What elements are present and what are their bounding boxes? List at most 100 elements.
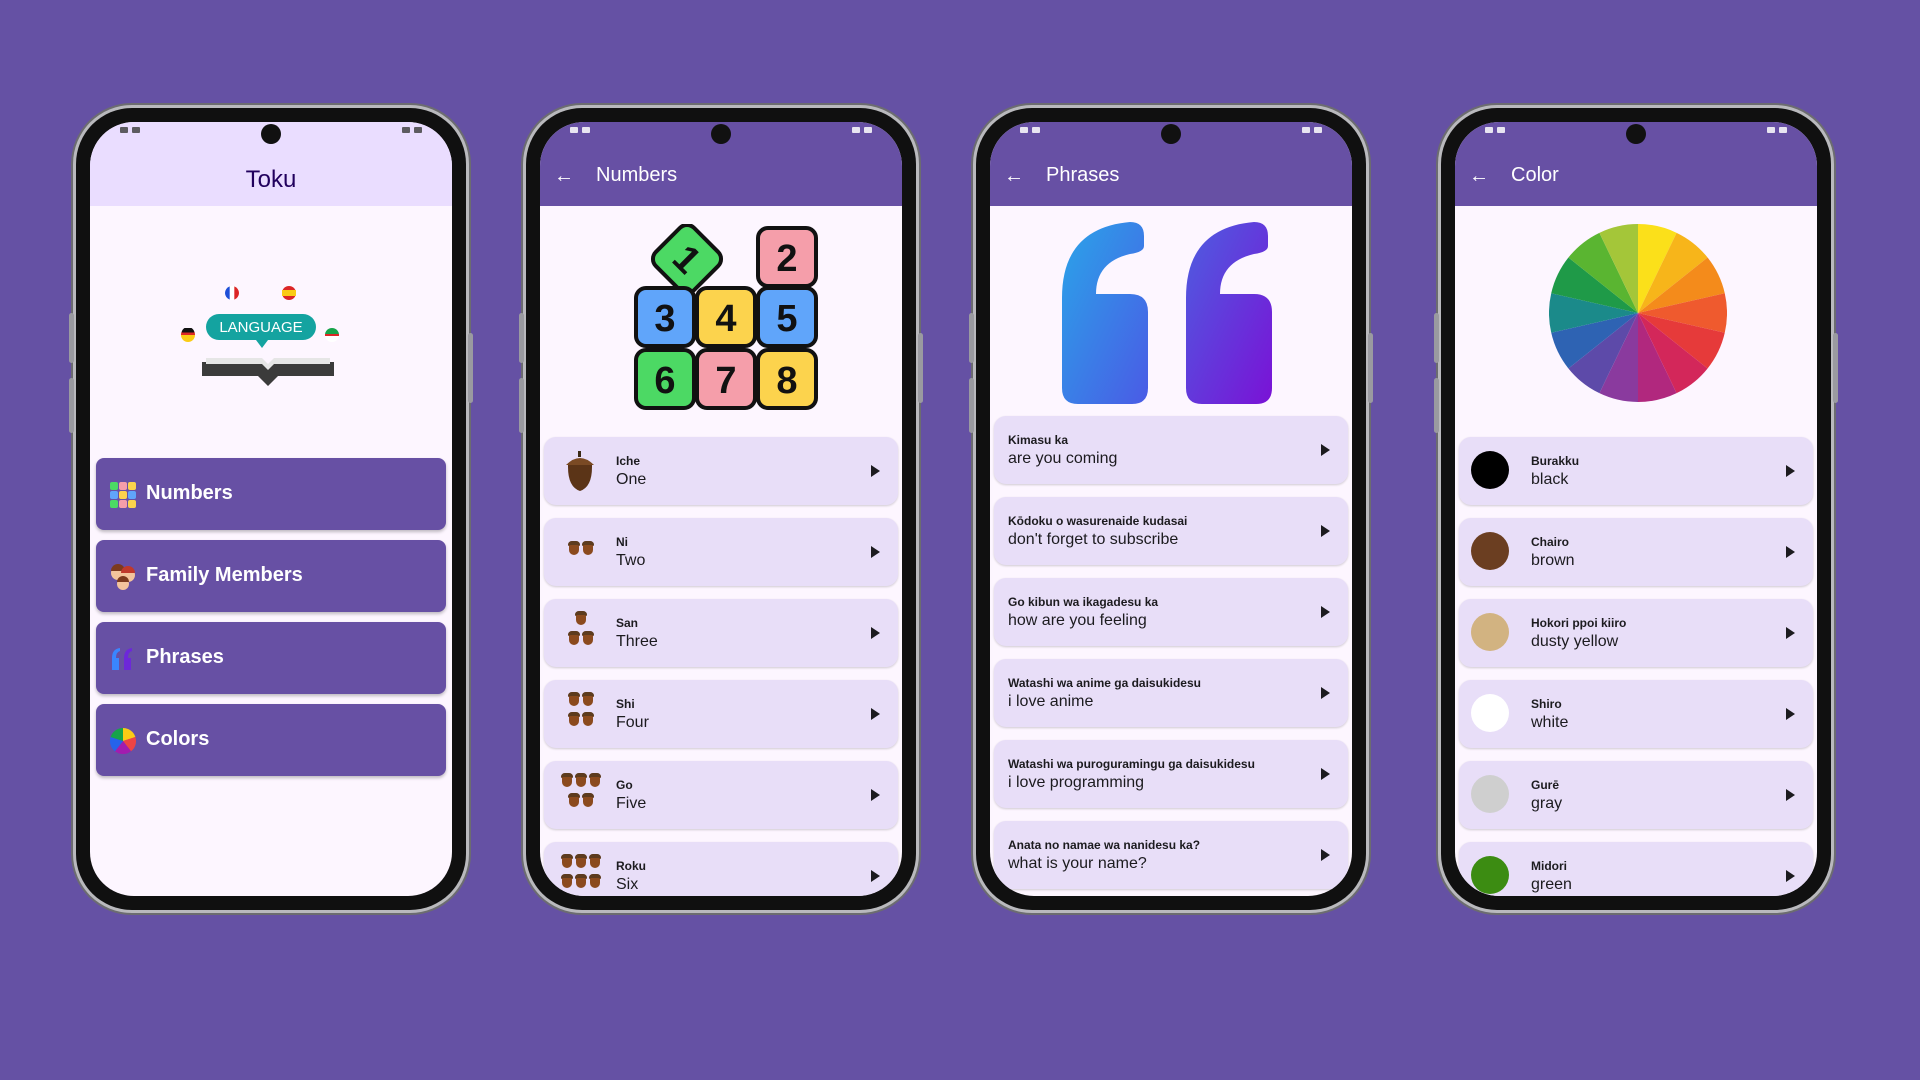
app-title: Toku xyxy=(245,166,297,193)
acorn-icon xyxy=(568,793,580,807)
quote-hero-icon xyxy=(1062,222,1272,404)
family-icon xyxy=(111,564,135,590)
acorn-count-icon xyxy=(560,530,604,574)
english-word: Four xyxy=(616,714,649,731)
acorn-icon xyxy=(568,631,580,645)
native-word: Gurē xyxy=(1531,778,1560,792)
acorn-icon xyxy=(566,451,594,491)
acorn-count-icon xyxy=(560,692,604,736)
spain-flag-icon xyxy=(282,286,296,300)
color-wheel-icon xyxy=(109,727,137,755)
acorn-icon xyxy=(582,712,594,726)
svg-text:2: 2 xyxy=(776,238,797,280)
phrase-item[interactable]: Watashi wa anime ga daisukidesu i love a… xyxy=(994,659,1348,727)
phrases-screen: ← Phrases Kimasu ka are you coming Kōdok… xyxy=(990,122,1352,896)
menu-phrases-button[interactable]: Phrases xyxy=(96,622,446,694)
acorn-icon xyxy=(561,874,573,888)
number-blocks-hero-icon: 1 2 3 4 5 6 7 8 xyxy=(634,224,818,410)
play-icon[interactable] xyxy=(871,870,880,882)
acorn-icon xyxy=(575,854,587,868)
color-item-brown[interactable]: Chairo brown xyxy=(1459,518,1813,586)
back-arrow-icon[interactable]: ← xyxy=(1004,166,1024,186)
color-swatch xyxy=(1471,856,1509,894)
native-word: Shi xyxy=(616,697,635,711)
play-icon[interactable] xyxy=(1786,546,1795,558)
play-icon[interactable] xyxy=(1786,870,1795,882)
phone-numbers: ← Numbers 1 2 3 4 5 6 7 8 Iche One Ni Tw… xyxy=(519,108,923,910)
acorn-icon xyxy=(589,874,601,888)
english-word: Six xyxy=(616,876,639,893)
colors-screen: ← Color Burakku black Chairo brown Hokor… xyxy=(1455,122,1817,896)
screen-title: Numbers xyxy=(596,164,678,186)
play-icon[interactable] xyxy=(1786,465,1795,477)
native-phrase: Kimasu ka xyxy=(1008,433,1069,447)
play-icon[interactable] xyxy=(1786,627,1795,639)
native-word: Shiro xyxy=(1531,697,1562,711)
play-icon[interactable] xyxy=(871,465,880,477)
color-item-green[interactable]: Midori green xyxy=(1459,842,1813,896)
phrase-item[interactable]: Kōdoku o wasurenaide kudasai don't forge… xyxy=(994,497,1348,565)
acorn-icon xyxy=(568,712,580,726)
menu-colors-button[interactable]: Colors xyxy=(96,704,446,776)
play-icon[interactable] xyxy=(1786,789,1795,801)
front-camera xyxy=(261,124,281,144)
play-icon[interactable] xyxy=(1321,768,1330,780)
play-icon[interactable] xyxy=(871,708,880,720)
play-icon[interactable] xyxy=(871,627,880,639)
color-item-gray[interactable]: Gurē gray xyxy=(1459,761,1813,829)
phrase-item[interactable]: Kimasu ka are you coming xyxy=(994,416,1348,484)
play-icon[interactable] xyxy=(871,789,880,801)
color-item-white[interactable]: Shiro white xyxy=(1459,680,1813,748)
acorn-count-icon xyxy=(560,773,604,817)
menu-family-members-button[interactable]: Family Members xyxy=(96,540,446,612)
play-icon[interactable] xyxy=(1321,606,1330,618)
number-item-four[interactable]: Shi Four xyxy=(544,680,898,748)
color-swatch xyxy=(1471,451,1509,489)
english-phrase: don't forget to subscribe xyxy=(1008,531,1179,548)
english-word: gray xyxy=(1531,795,1563,812)
number-item-three[interactable]: San Three xyxy=(544,599,898,667)
home-screen: Toku LANGUAGE Numbers Family Members Phr… xyxy=(90,122,452,896)
front-camera xyxy=(1626,124,1646,144)
native-phrase: Watashi wa anime ga daisukidesu xyxy=(1008,676,1201,690)
play-icon[interactable] xyxy=(1786,708,1795,720)
color-item-black[interactable]: Burakku black xyxy=(1459,437,1813,505)
number-item-five[interactable]: Go Five xyxy=(544,761,898,829)
svg-text:LANGUAGE: LANGUAGE xyxy=(219,319,302,336)
acorn-icon xyxy=(582,692,594,706)
language-illustration: LANGUAGE xyxy=(180,262,360,392)
phrase-item[interactable]: Watashi wa puroguramingu ga daisukidesu … xyxy=(994,740,1348,808)
menu-numbers-button[interactable]: Numbers xyxy=(96,458,446,530)
color-swatch xyxy=(1471,775,1509,813)
front-camera xyxy=(711,124,731,144)
english-word: Two xyxy=(616,552,646,569)
acorn-icon xyxy=(589,773,601,787)
play-icon[interactable] xyxy=(1321,849,1330,861)
menu-phrases-label: Phrases xyxy=(146,646,224,668)
acorn-icon xyxy=(582,793,594,807)
native-word: Midori xyxy=(1531,859,1567,873)
france-flag-icon xyxy=(225,286,239,300)
acorn-icon xyxy=(568,541,580,555)
phrase-item[interactable]: Anata no namae wa nanidesu ka? what is y… xyxy=(994,821,1348,889)
acorn-icon xyxy=(575,611,587,625)
number-item-six[interactable]: Roku Six xyxy=(544,842,898,896)
phrase-item[interactable]: Go kibun wa ikagadesu ka how are you fee… xyxy=(994,578,1348,646)
svg-text:6: 6 xyxy=(654,360,675,402)
play-icon[interactable] xyxy=(1321,687,1330,699)
play-icon[interactable] xyxy=(1321,525,1330,537)
play-icon[interactable] xyxy=(871,546,880,558)
back-arrow-icon[interactable]: ← xyxy=(1469,166,1489,186)
acorn-icon xyxy=(575,773,587,787)
english-word: brown xyxy=(1531,552,1575,569)
play-icon[interactable] xyxy=(1321,444,1330,456)
color-item-dusty-yellow[interactable]: Hokori ppoi kiiro dusty yellow xyxy=(1459,599,1813,667)
number-item-two[interactable]: Ni Two xyxy=(544,518,898,586)
number-item-one[interactable]: Iche One xyxy=(544,437,898,505)
back-arrow-icon[interactable]: ← xyxy=(554,166,574,186)
italy-flag-icon xyxy=(325,328,339,342)
native-phrase: Anata no namae wa nanidesu ka? xyxy=(1008,838,1201,852)
english-word: Three xyxy=(616,633,658,650)
menu-colors-label: Colors xyxy=(146,728,210,750)
native-word: Ni xyxy=(616,535,628,549)
